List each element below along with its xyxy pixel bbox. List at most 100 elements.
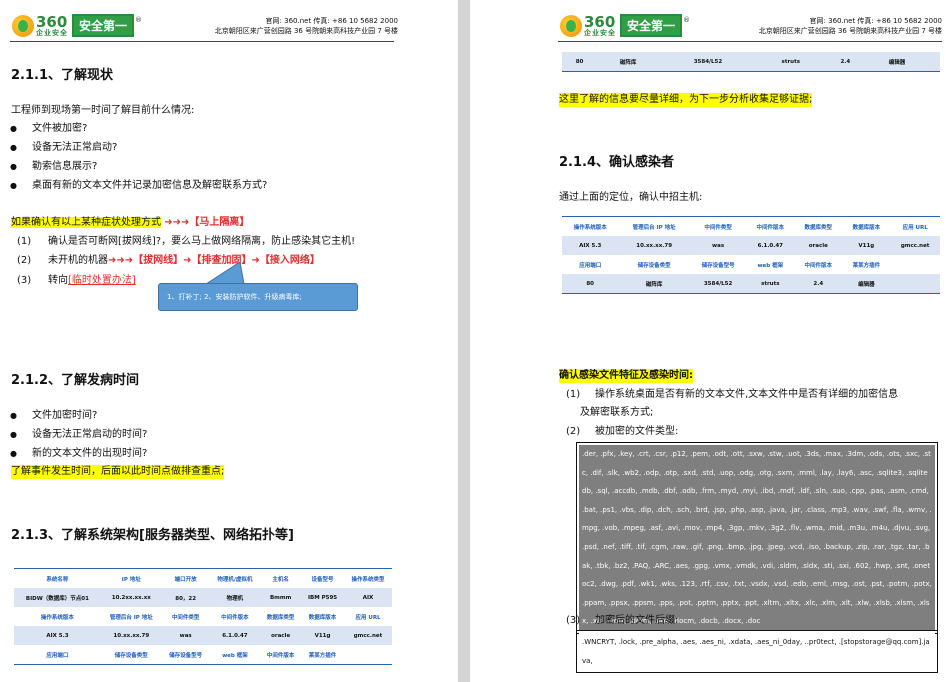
table-cell: 储存设备类型 <box>637 262 671 269</box>
encrypted-file-types: .der, .pfx, .key, .crt, .csr, .p12, .pem… <box>579 445 935 631</box>
confirm-2-num: (2) <box>566 426 581 437</box>
table-row: AIX 5.3 10.xx.xx.79 was 6.1.0.47 oracle V11g g… <box>14 626 392 645</box>
company-logo: 360 企业安全 安全第一 ® <box>12 14 142 37</box>
table-cell: 中间件类型 <box>171 614 200 621</box>
system-architecture-table: 系统名称 IP 地址 端口开放 物理机/虚拟机 主机名 设备型号 操作系统类型 BIDW（数… <box>14 568 392 665</box>
table-row: BIDW（数据库）节点01 10.2xx.xx.xx 80，22 物理机 Bmmm IBM… <box>14 588 392 607</box>
table-row: 应用端口 储存设备类型 储存设备型号 web 框架 中间件版本 莱某方插件 <box>14 645 392 665</box>
logo-number: 360 <box>584 12 616 31</box>
header-contact-line: 官网: 360.net 传真: +86 10 5682 2000 <box>265 17 398 25</box>
table-cell: struts <box>746 274 795 294</box>
table-cell: oracle <box>794 236 843 255</box>
table-cell: 80，22 <box>161 588 210 607</box>
table-cell: 编辑器 <box>866 52 928 72</box>
table-cell: AIX <box>344 588 392 607</box>
logo-subtitle: 企业安全 <box>36 28 68 37</box>
logo-slogan: 安全第一 <box>72 14 135 37</box>
table-cell: 莱某方插件 <box>308 652 337 659</box>
table-cell: oracle <box>260 626 302 645</box>
table-cell: 主机名 <box>272 576 289 583</box>
table-cell: 管理后台 IP 地址 <box>109 614 153 621</box>
table-cell: 储存设备型号 <box>701 262 735 269</box>
table-cell: was <box>689 236 747 255</box>
item-3-line: 转向[临时处置办法] <box>48 274 136 288</box>
registered-mark: ® <box>135 15 143 24</box>
document-page-left: 360 企业安全 安全第一 ® 官网: 360.net 传真: +86 10 56… <box>0 0 458 682</box>
time-note: 了解事件发生时间，后面以此时间点做排查重点; <box>11 465 225 479</box>
temporary-handling-link[interactable]: [临时处置办法] <box>68 275 136 286</box>
section-title-2-1-3: 2.1.3、了解系统架构[服务器类型、网络拓扑等] <box>11 528 294 543</box>
table-cell <box>890 255 940 274</box>
encrypted-file-types-box: .der, .pfx, .key, .crt, .csr, .p12, .pem… <box>576 442 938 634</box>
item-2-text: 未开机的机器 <box>48 255 108 266</box>
table-cell: struts <box>756 52 825 72</box>
table-cell: web 框架 <box>222 652 248 659</box>
table-cell: 应用 URL <box>355 614 381 621</box>
confirm-1-line1: 操作系统桌面是否有新的文本文件,文本文件中是否有详细的加密信息 <box>595 389 899 400</box>
page-header-contact: 官网: 360.net 传真: +86 10 5682 2000 北京朝阳区来广… <box>215 16 398 36</box>
table-cell: 端口开放 <box>174 576 197 583</box>
table-cell <box>344 645 392 665</box>
table-cell: 数据库版本 <box>852 224 881 231</box>
table-row: 80 磁阵库 3584/L52 struts 2.4 编辑器 <box>562 52 940 72</box>
table-cell: 管理后台 IP 地址 <box>632 224 676 231</box>
item-1-num: (1) <box>17 236 32 247</box>
confirm-1-num: (1) <box>566 389 581 400</box>
table-cell: 数据库类型 <box>804 224 833 231</box>
table-cell: 编辑器 <box>842 274 891 294</box>
continued-table: 80 磁阵库 3584/L52 struts 2.4 编辑器 <box>562 52 940 72</box>
registered-mark: ® <box>683 15 691 24</box>
encrypted-suffixes: .WNCRYT, .lock, .pre_alpha, .aes, .aes_n… <box>579 633 935 671</box>
table-cell: 应用 URL <box>902 224 928 231</box>
symptom-arrows: ➜➜➜ <box>164 217 190 228</box>
table-cell: 物理机 <box>209 588 261 607</box>
table-cell: was <box>161 626 210 645</box>
table-cell: 储存设备类型 <box>114 652 148 659</box>
symptom-action: 【马上隔离】 <box>189 217 250 228</box>
logo-slogan: 安全第一 <box>620 14 683 37</box>
table-cell: 设备型号 <box>311 576 334 583</box>
table-cell: 6.1.0.47 <box>209 626 261 645</box>
table-cell: 应用端口 <box>46 652 69 659</box>
table-cell: 磁阵库 <box>597 52 659 72</box>
table-cell: V11g <box>842 236 891 255</box>
table-cell: 中间件版本 <box>221 614 249 621</box>
table-cell: 10.2xx.xx.xx <box>100 588 162 607</box>
confirm-1-line2: 及解密联系方式; <box>580 407 654 418</box>
header-rule <box>558 41 942 42</box>
item-3-text: 转向 <box>48 275 68 286</box>
encrypted-suffix-box: .WNCRYT, .lock, .pre_alpha, .aes, .aes_n… <box>576 630 938 674</box>
section-title-2-1-4: 2.1.4、确认感染者 <box>559 155 675 170</box>
confirm-title: 确认感染文件特征及感染时间: <box>559 369 693 383</box>
document-page-right: 360 企业安全 安全第一 ® 官网: 360.net 传真: +86 10 56… <box>470 0 946 682</box>
list-item: 设备无法正常启动的时间? <box>10 428 147 442</box>
table-cell: 80 <box>562 52 598 72</box>
table-cell: 中间件版本 <box>266 652 295 659</box>
comment-callout: 1、打补丁; 2、安装防护软件、升级病毒库; <box>158 283 358 311</box>
intro-text: 工程师到现场第一时间了解目前什么情况: <box>11 105 195 116</box>
section-title-2-1-1: 2.1.1、了解现状 <box>11 68 114 83</box>
table-cell: 操作系统版本 <box>40 614 74 621</box>
table-cell: IP 地址 <box>121 576 141 583</box>
table-cell: 数据库类型 <box>266 614 295 621</box>
table-cell: 6.1.0.47 <box>746 236 795 255</box>
table-cell: 莱某方插件 <box>852 262 881 269</box>
list-item: 文件加密时间? <box>10 409 97 423</box>
table-cell: 操作系统类型 <box>351 576 385 583</box>
table-row: 80 磁阵库 3584/L52 struts 2.4 编辑器 <box>562 274 940 294</box>
header-address-line: 北京朝阳区来广营创园路 36 号院朝来高科技产业园 7 号楼 <box>758 27 942 35</box>
locate-intro: 通过上面的定位，确认中招主机: <box>559 192 703 203</box>
table-cell: 操作系统版本 <box>573 224 607 231</box>
table-cell: gmcc.net <box>344 626 392 645</box>
confirm-3-num: (3) <box>566 615 581 626</box>
list-item: 文件被加密? <box>10 122 87 136</box>
table-row: 应用端口 储存设备类型 储存设备型号 web 框架 中间件版本 莱某方插件 <box>562 255 940 274</box>
logo-emblem-icon <box>560 14 582 37</box>
item-2-line: 未开机的机器➜➜➜【拔网线】➜【排查加固】➜【接入网络】 <box>48 254 320 268</box>
company-logo: 360 企业安全 安全第一 ® <box>560 14 690 37</box>
symptom-text: 如果确认有以上某种症状处理方式 <box>11 217 161 228</box>
list-item: 设备无法正常启动? <box>10 141 117 155</box>
table-cell: 中间件版本 <box>756 224 785 231</box>
logo-number: 360 <box>36 12 68 31</box>
section-title-2-1-2: 2.1.2、了解发病时间 <box>11 373 140 388</box>
